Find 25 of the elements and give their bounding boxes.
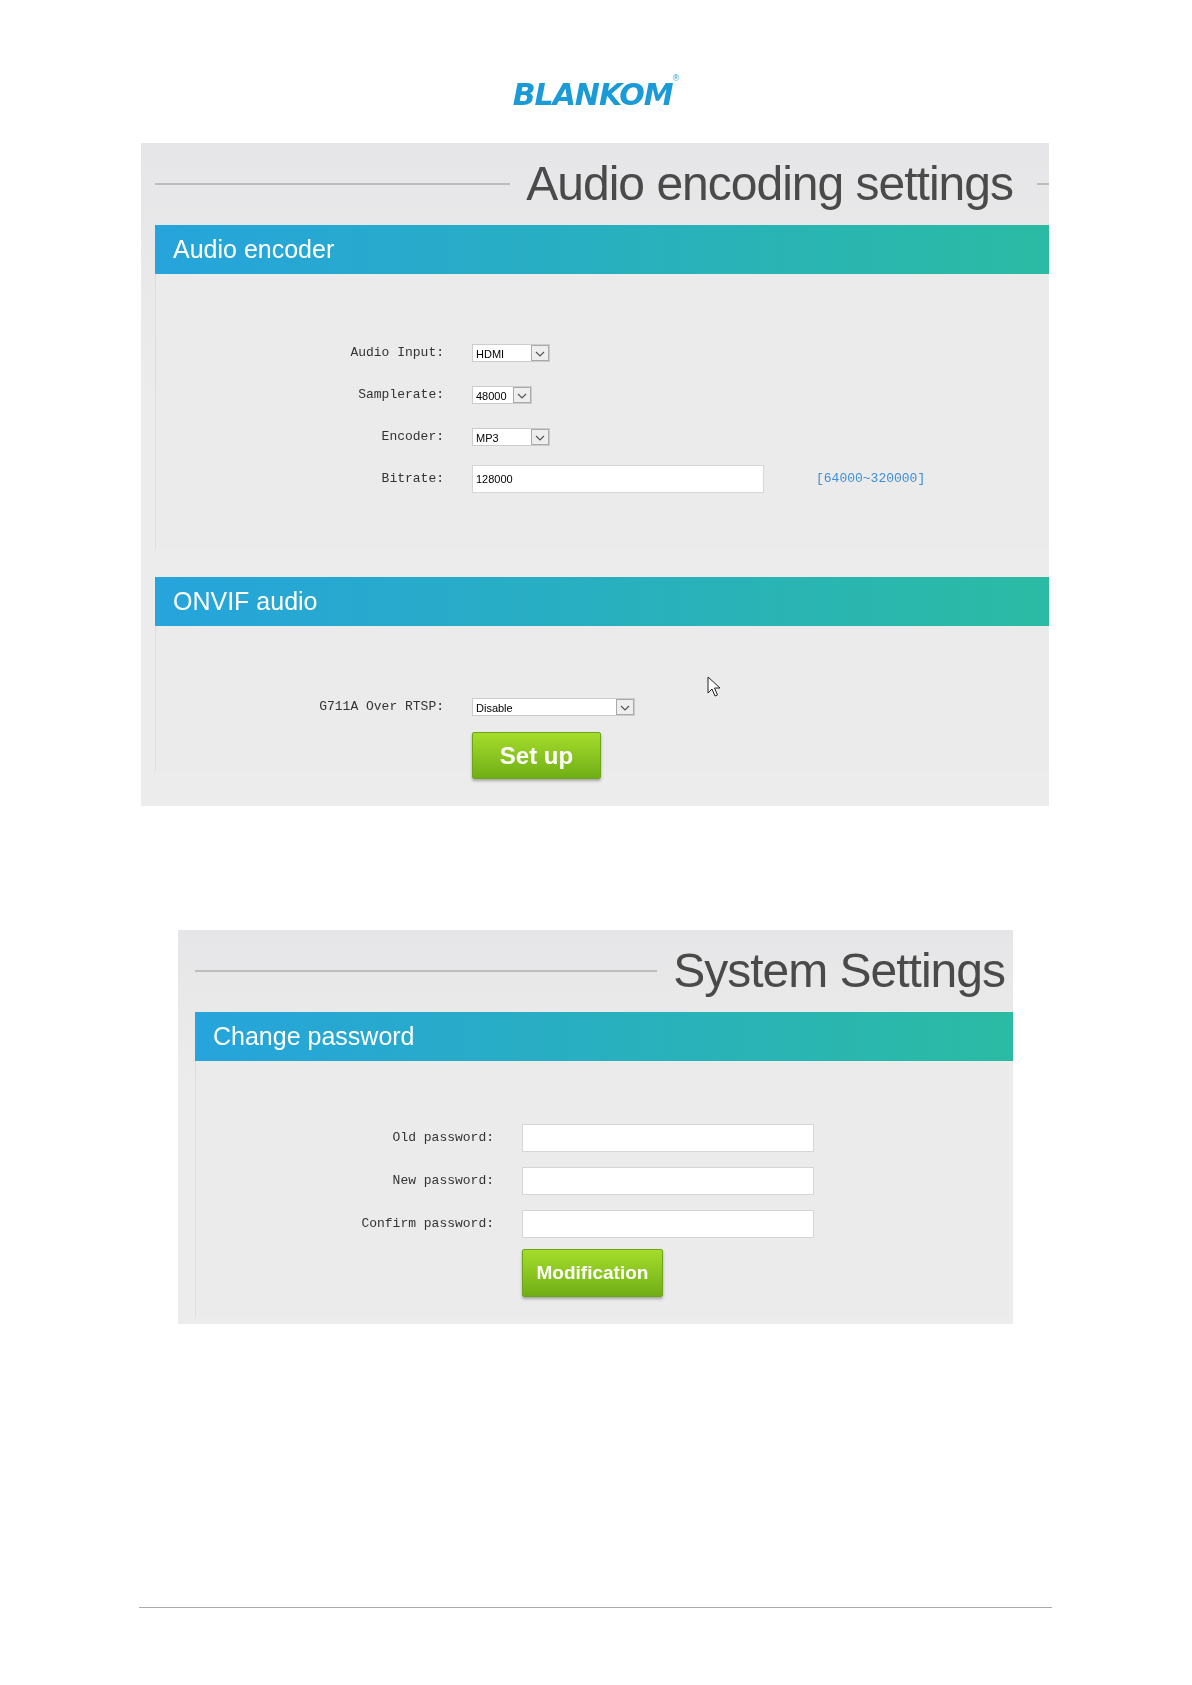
caret-icon: [531, 345, 549, 361]
field-label: Samplerate:: [357, 386, 444, 405]
caret-icon: [616, 699, 634, 715]
dropdown[interactable]: Disable: [472, 698, 635, 716]
field-label: Audio Input:: [349, 344, 444, 363]
input-field[interactable]: [522, 1123, 814, 1152]
caret-icon: [531, 429, 549, 445]
logo: BLANKOM: [512, 76, 673, 114]
page-title: Audio encoding settings: [526, 160, 1014, 208]
input-field[interactable]: 128000: [472, 465, 764, 493]
page-title: System Settings: [673, 947, 1006, 995]
registered-mark: ®: [672, 72, 680, 83]
dropdown[interactable]: 48000: [472, 386, 532, 404]
range-hint: [64000~320000]: [816, 470, 926, 489]
field-label: Encoder:: [380, 428, 444, 447]
field-label: Old password:: [391, 1128, 494, 1147]
field-label: Confirm password:: [360, 1214, 494, 1233]
field-label: Bitrate:: [380, 470, 444, 489]
field-label: New password:: [391, 1171, 494, 1190]
input-field[interactable]: [522, 1209, 814, 1238]
dropdown[interactable]: HDMI: [472, 344, 550, 362]
caret-icon: [513, 387, 531, 403]
dropdown[interactable]: MP3: [472, 428, 550, 446]
field-label: G711A Over RTSP:: [318, 698, 444, 717]
input-field[interactable]: [522, 1166, 814, 1195]
